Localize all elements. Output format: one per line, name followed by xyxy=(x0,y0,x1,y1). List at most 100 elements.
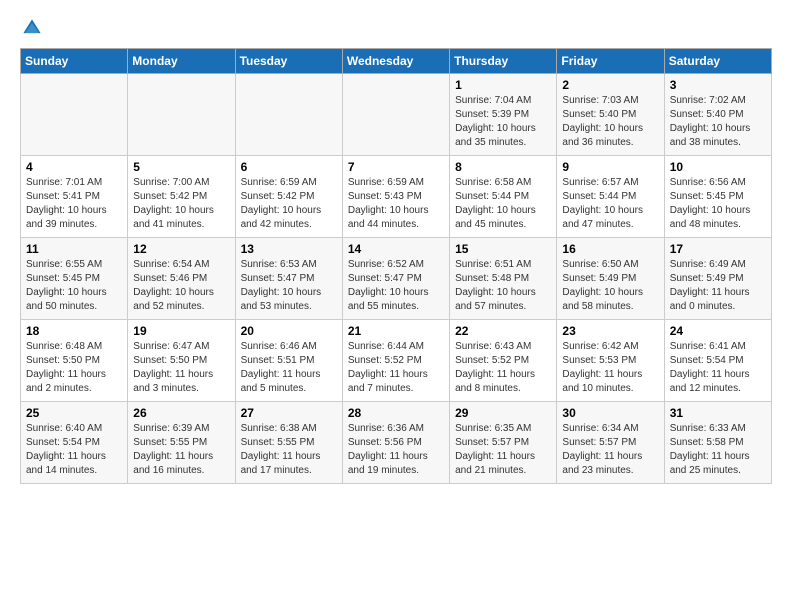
day-number: 13 xyxy=(241,242,337,256)
day-info: Sunrise: 6:52 AMSunset: 5:47 PMDaylight:… xyxy=(348,258,444,314)
day-info: Sunrise: 7:01 AMSunset: 5:41 PMDaylight:… xyxy=(26,176,122,232)
day-number: 4 xyxy=(26,160,122,174)
day-info: Sunrise: 6:53 AMSunset: 5:47 PMDaylight:… xyxy=(241,258,337,314)
calendar-cell: 3 Sunrise: 7:02 AMSunset: 5:40 PMDaylight… xyxy=(664,74,771,156)
day-number: 7 xyxy=(348,160,444,174)
day-number: 25 xyxy=(26,406,122,420)
calendar-cell xyxy=(235,74,342,156)
day-number: 23 xyxy=(562,324,658,338)
calendar-cell: 8 Sunrise: 6:58 AMSunset: 5:44 PMDaylight… xyxy=(450,156,557,238)
day-number: 14 xyxy=(348,242,444,256)
calendar-cell: 31 Sunrise: 6:33 AMSunset: 5:58 PMDayligh… xyxy=(664,402,771,484)
day-number: 6 xyxy=(241,160,337,174)
calendar-cell: 9 Sunrise: 6:57 AMSunset: 5:44 PMDaylight… xyxy=(557,156,664,238)
calendar-cell: 19 Sunrise: 6:47 AMSunset: 5:50 PMDayligh… xyxy=(128,320,235,402)
day-number: 27 xyxy=(241,406,337,420)
day-info: Sunrise: 6:48 AMSunset: 5:50 PMDaylight:… xyxy=(26,340,122,396)
day-info: Sunrise: 6:38 AMSunset: 5:55 PMDaylight:… xyxy=(241,422,337,478)
day-info: Sunrise: 7:02 AMSunset: 5:40 PMDaylight:… xyxy=(670,94,766,150)
col-header-thursday: Thursday xyxy=(450,49,557,74)
day-number: 3 xyxy=(670,78,766,92)
day-number: 15 xyxy=(455,242,551,256)
col-header-sunday: Sunday xyxy=(21,49,128,74)
day-info: Sunrise: 6:56 AMSunset: 5:45 PMDaylight:… xyxy=(670,176,766,232)
day-info: Sunrise: 6:33 AMSunset: 5:58 PMDaylight:… xyxy=(670,422,766,478)
calendar-table: SundayMondayTuesdayWednesdayThursdayFrid… xyxy=(20,48,772,484)
day-info: Sunrise: 6:57 AMSunset: 5:44 PMDaylight:… xyxy=(562,176,658,232)
calendar-cell: 29Sunrise: 6:35 AMSunset: 5:57 PMDayligh… xyxy=(450,402,557,484)
calendar-week-row: 18Sunrise: 6:48 AMSunset: 5:50 PMDayligh… xyxy=(21,320,772,402)
calendar-cell: 28Sunrise: 6:36 AMSunset: 5:56 PMDayligh… xyxy=(342,402,449,484)
day-number: 8 xyxy=(455,160,551,174)
day-info: Sunrise: 6:44 AMSunset: 5:52 PMDaylight:… xyxy=(348,340,444,396)
calendar-week-row: 4 Sunrise: 7:01 AMSunset: 5:41 PMDaylight… xyxy=(21,156,772,238)
day-info: Sunrise: 6:59 AMSunset: 5:43 PMDaylight:… xyxy=(348,176,444,232)
calendar-cell: 1 Sunrise: 7:04 AMSunset: 5:39 PMDaylight… xyxy=(450,74,557,156)
day-info: Sunrise: 6:55 AMSunset: 5:45 PMDaylight:… xyxy=(26,258,122,314)
day-number: 22 xyxy=(455,324,551,338)
calendar-cell: 12Sunrise: 6:54 AMSunset: 5:46 PMDayligh… xyxy=(128,238,235,320)
calendar-cell: 7 Sunrise: 6:59 AMSunset: 5:43 PMDaylight… xyxy=(342,156,449,238)
day-number: 28 xyxy=(348,406,444,420)
col-header-wednesday: Wednesday xyxy=(342,49,449,74)
day-number: 19 xyxy=(133,324,229,338)
calendar-cell xyxy=(128,74,235,156)
day-number: 31 xyxy=(670,406,766,420)
day-number: 1 xyxy=(455,78,551,92)
day-number: 30 xyxy=(562,406,658,420)
logo-icon xyxy=(20,16,44,40)
calendar-cell: 15 Sunrise: 6:51 AMSunset: 5:48 PMDayligh… xyxy=(450,238,557,320)
day-number: 20 xyxy=(241,324,337,338)
col-header-saturday: Saturday xyxy=(664,49,771,74)
day-info: Sunrise: 6:59 AMSunset: 5:42 PMDaylight:… xyxy=(241,176,337,232)
calendar-cell: 18Sunrise: 6:48 AMSunset: 5:50 PMDayligh… xyxy=(21,320,128,402)
calendar-cell: 4 Sunrise: 7:01 AMSunset: 5:41 PMDaylight… xyxy=(21,156,128,238)
calendar-cell: 25 Sunrise: 6:40 AMSunset: 5:54 PMDayligh… xyxy=(21,402,128,484)
calendar-cell: 22 Sunrise: 6:43 AMSunset: 5:52 PMDayligh… xyxy=(450,320,557,402)
calendar-week-row: 11Sunrise: 6:55 AMSunset: 5:45 PMDayligh… xyxy=(21,238,772,320)
calendar-cell: 27 Sunrise: 6:38 AMSunset: 5:55 PMDayligh… xyxy=(235,402,342,484)
calendar-cell: 11Sunrise: 6:55 AMSunset: 5:45 PMDayligh… xyxy=(21,238,128,320)
calendar-cell xyxy=(342,74,449,156)
calendar-cell: 10 Sunrise: 6:56 AMSunset: 5:45 PMDayligh… xyxy=(664,156,771,238)
day-info: Sunrise: 6:41 AMSunset: 5:54 PMDaylight:… xyxy=(670,340,766,396)
day-number: 26 xyxy=(133,406,229,420)
day-info: Sunrise: 6:50 AMSunset: 5:49 PMDaylight:… xyxy=(562,258,658,314)
calendar-cell: 13 Sunrise: 6:53 AMSunset: 5:47 PMDayligh… xyxy=(235,238,342,320)
day-info: Sunrise: 6:39 AMSunset: 5:55 PMDaylight:… xyxy=(133,422,229,478)
day-info: Sunrise: 6:43 AMSunset: 5:52 PMDaylight:… xyxy=(455,340,551,396)
day-info: Sunrise: 6:34 AMSunset: 5:57 PMDaylight:… xyxy=(562,422,658,478)
day-info: Sunrise: 6:54 AMSunset: 5:46 PMDaylight:… xyxy=(133,258,229,314)
day-info: Sunrise: 6:35 AMSunset: 5:57 PMDaylight:… xyxy=(455,422,551,478)
day-info: Sunrise: 7:00 AMSunset: 5:42 PMDaylight:… xyxy=(133,176,229,232)
day-number: 17 xyxy=(670,242,766,256)
day-number: 5 xyxy=(133,160,229,174)
day-info: Sunrise: 6:46 AMSunset: 5:51 PMDaylight:… xyxy=(241,340,337,396)
day-info: Sunrise: 7:04 AMSunset: 5:39 PMDaylight:… xyxy=(455,94,551,150)
day-number: 10 xyxy=(670,160,766,174)
calendar-cell: 6 Sunrise: 6:59 AMSunset: 5:42 PMDaylight… xyxy=(235,156,342,238)
day-number: 2 xyxy=(562,78,658,92)
day-number: 9 xyxy=(562,160,658,174)
day-info: Sunrise: 6:58 AMSunset: 5:44 PMDaylight:… xyxy=(455,176,551,232)
calendar-cell: 23 Sunrise: 6:42 AMSunset: 5:53 PMDayligh… xyxy=(557,320,664,402)
calendar-week-row: 1 Sunrise: 7:04 AMSunset: 5:39 PMDaylight… xyxy=(21,74,772,156)
day-info: Sunrise: 6:40 AMSunset: 5:54 PMDaylight:… xyxy=(26,422,122,478)
day-number: 16 xyxy=(562,242,658,256)
calendar-cell: 21 Sunrise: 6:44 AMSunset: 5:52 PMDayligh… xyxy=(342,320,449,402)
day-info: Sunrise: 7:03 AMSunset: 5:40 PMDaylight:… xyxy=(562,94,658,150)
day-info: Sunrise: 6:49 AMSunset: 5:49 PMDaylight:… xyxy=(670,258,766,314)
calendar-week-row: 25 Sunrise: 6:40 AMSunset: 5:54 PMDayligh… xyxy=(21,402,772,484)
col-header-monday: Monday xyxy=(128,49,235,74)
day-info: Sunrise: 6:51 AMSunset: 5:48 PMDaylight:… xyxy=(455,258,551,314)
calendar-cell xyxy=(21,74,128,156)
calendar-cell: 16 Sunrise: 6:50 AMSunset: 5:49 PMDayligh… xyxy=(557,238,664,320)
calendar-cell: 20 Sunrise: 6:46 AMSunset: 5:51 PMDayligh… xyxy=(235,320,342,402)
day-info: Sunrise: 6:42 AMSunset: 5:53 PMDaylight:… xyxy=(562,340,658,396)
day-info: Sunrise: 6:47 AMSunset: 5:50 PMDaylight:… xyxy=(133,340,229,396)
calendar-cell: 30 Sunrise: 6:34 AMSunset: 5:57 PMDayligh… xyxy=(557,402,664,484)
calendar-header-row: SundayMondayTuesdayWednesdayThursdayFrid… xyxy=(21,49,772,74)
day-number: 21 xyxy=(348,324,444,338)
calendar-cell: 14 Sunrise: 6:52 AMSunset: 5:47 PMDayligh… xyxy=(342,238,449,320)
calendar-cell: 24Sunrise: 6:41 AMSunset: 5:54 PMDayligh… xyxy=(664,320,771,402)
